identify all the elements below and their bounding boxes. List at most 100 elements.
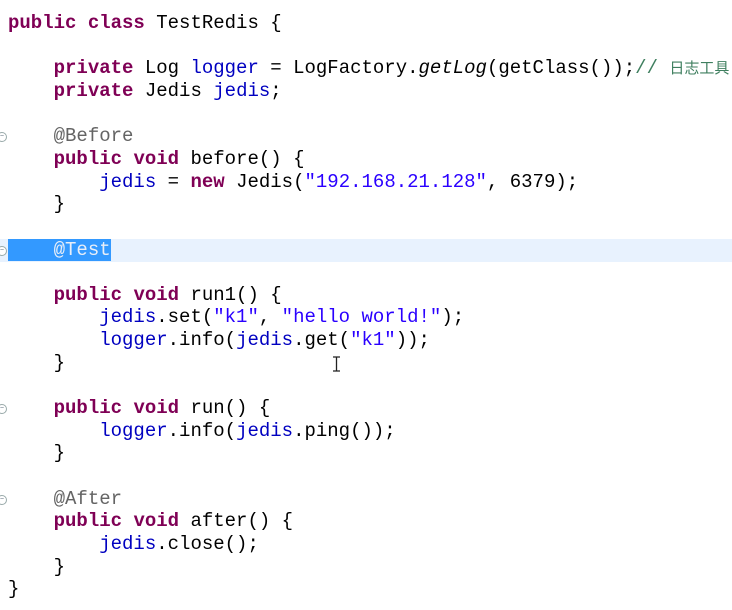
code-line[interactable]: − @After	[0, 488, 732, 511]
code-token: (getClass());	[486, 57, 636, 80]
code-token: TestRedis {	[144, 12, 282, 34]
code-token: void	[133, 397, 180, 420]
code-line[interactable]	[0, 261, 732, 284]
code-line[interactable]: }	[0, 352, 732, 375]
code-line[interactable]: }	[0, 193, 732, 216]
code-token: .get(	[293, 329, 351, 352]
code-text: public class TestRedis {	[8, 12, 282, 35]
code-line[interactable]: public void before() {	[0, 148, 732, 171]
code-token: public	[8, 12, 77, 34]
code-line[interactable]: jedis.set("k1", "hello world!");	[0, 306, 732, 329]
code-line[interactable]: }	[0, 556, 732, 579]
code-line[interactable]: − @Before	[0, 125, 732, 148]
code-token: "192.168.21.128"	[304, 170, 487, 193]
code-line[interactable]: public void run1() {	[0, 284, 732, 307]
code-token: public	[53, 510, 123, 533]
fold-collapse-icon[interactable]: −	[0, 494, 7, 505]
code-line[interactable]: logger.info(jedis.ping());	[0, 420, 732, 443]
fold-collapse-icon[interactable]: −	[0, 245, 7, 256]
code-line[interactable]: }	[0, 442, 732, 465]
code-line-current[interactable]: − @Test	[0, 238, 732, 262]
code-text: }	[8, 352, 65, 375]
code-token: .ping());	[293, 419, 396, 442]
code-editor[interactable]: public class TestRedis { private Log log…	[0, 0, 732, 610]
code-token: //	[635, 57, 670, 80]
code-token: logger	[190, 57, 259, 80]
code-token: "k1"	[350, 329, 396, 352]
code-token: void	[133, 283, 180, 306]
code-token: getLog	[418, 57, 487, 80]
code-token: public	[53, 397, 123, 420]
code-line[interactable]	[0, 35, 732, 58]
code-line[interactable]	[0, 216, 732, 239]
code-line[interactable]	[0, 465, 732, 488]
code-token: public	[53, 147, 123, 170]
code-token: run1() {	[179, 283, 282, 306]
code-token: public	[53, 283, 123, 306]
code-token: jedis	[236, 419, 294, 442]
code-token: void	[133, 147, 180, 170]
code-token: new	[190, 170, 225, 193]
code-token: void	[133, 510, 180, 533]
code-line[interactable]: private Log logger = LogFactory.getLog(g…	[0, 57, 732, 80]
code-line[interactable]	[0, 374, 732, 397]
code-token: private	[53, 57, 134, 80]
code-text: logger.info(jedis.ping());	[8, 419, 396, 443]
code-token: ,	[258, 306, 282, 329]
text-cursor-ibeam-icon	[333, 356, 340, 372]
code-line[interactable]: − public void run() {	[0, 397, 732, 420]
code-text: private Jedis jedis;	[8, 80, 282, 103]
code-text: public void after() {	[8, 510, 293, 533]
code-token: @Test	[53, 238, 111, 261]
code-token: .close();	[156, 532, 259, 555]
code-token: .set(	[156, 306, 214, 329]
code-text: jedis.close();	[8, 533, 259, 556]
code-line[interactable]: logger.info(jedis.get("k1"));	[0, 329, 732, 352]
code-token: before() {	[179, 147, 305, 170]
code-line[interactable]: jedis = new Jedis("192.168.21.128", 6379…	[0, 171, 732, 194]
code-text: public void before() {	[8, 147, 305, 171]
code-token: jedis	[99, 532, 157, 555]
code-line[interactable]: public void after() {	[0, 510, 732, 533]
code-line[interactable]: jedis.close();	[0, 533, 732, 556]
code-text: jedis = new Jedis("192.168.21.128", 6379…	[8, 171, 578, 194]
code-text: public void run1() {	[8, 284, 282, 307]
code-line[interactable]: public class TestRedis {	[0, 12, 732, 35]
code-token: class	[87, 12, 145, 34]
code-token: logger	[99, 329, 168, 352]
code-text: }	[8, 556, 65, 579]
code-line[interactable]	[0, 103, 732, 126]
code-text: }	[8, 578, 19, 601]
code-line[interactable]: }	[0, 578, 732, 601]
code-token: run() {	[179, 397, 271, 420]
code-token: jedis	[99, 306, 157, 329]
code-token: = LogFactory.	[258, 57, 419, 80]
code-token: Jedis(	[224, 170, 305, 193]
fold-collapse-icon[interactable]: −	[0, 404, 7, 415]
code-text: }	[8, 193, 65, 216]
code-token: =	[156, 170, 191, 193]
fold-collapse-icon[interactable]: −	[0, 132, 7, 143]
code-text: public void run() {	[8, 397, 271, 420]
code-token	[8, 238, 54, 261]
code-token: .info(	[167, 419, 237, 442]
code-text: }	[8, 442, 65, 465]
code-token: 日志工具	[669, 59, 730, 78]
code-text: @Before	[8, 125, 134, 148]
code-line[interactable]: private Jedis jedis;	[0, 80, 732, 103]
